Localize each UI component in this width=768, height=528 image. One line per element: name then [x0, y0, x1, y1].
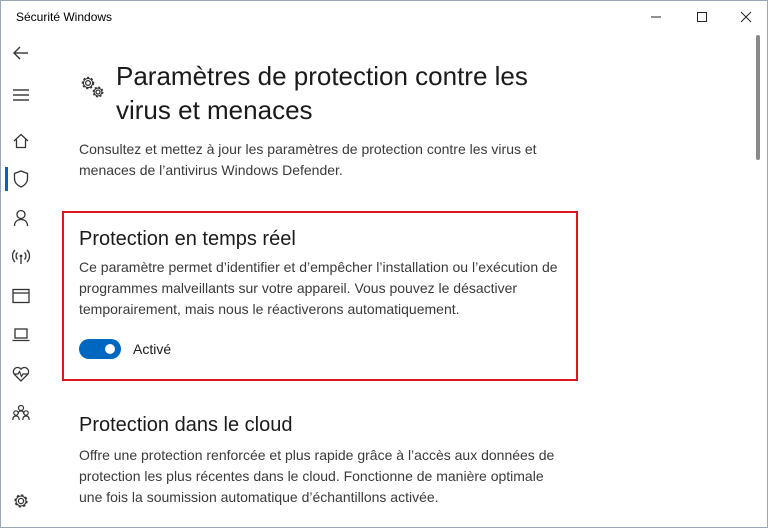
laptop-icon: [12, 328, 30, 342]
nav-device-health[interactable]: [1, 356, 41, 392]
family-icon: [12, 404, 30, 421]
person-icon: [13, 209, 29, 227]
nav-family-options[interactable]: [1, 395, 41, 431]
main-content: Paramètres de protection contre les viru…: [41, 33, 751, 527]
home-icon: [13, 133, 29, 149]
nav-home[interactable]: [1, 123, 41, 159]
minimize-icon: [651, 16, 661, 18]
shield-icon: [13, 170, 29, 188]
navigation-rail: [1, 33, 41, 527]
scrollbar-thumb[interactable]: [756, 35, 760, 160]
cloud-protection-title: Protection dans le cloud: [79, 414, 293, 436]
minimize-button[interactable]: [633, 1, 679, 33]
wireless-icon: [12, 249, 30, 264]
app-browser-icon: [12, 288, 30, 304]
nav-firewall[interactable]: [1, 239, 41, 275]
toggle-knob: [105, 344, 115, 354]
realtime-protection-description: Ce paramètre permet d’identifier et d’em…: [79, 259, 558, 317]
vertical-scrollbar[interactable]: [754, 33, 762, 527]
maximize-button[interactable]: [679, 1, 725, 33]
window-title: Sécurité Windows: [16, 10, 113, 24]
nav-device-security[interactable]: [1, 317, 41, 353]
nav-account-protection[interactable]: [1, 200, 41, 236]
nav-settings[interactable]: [1, 483, 41, 519]
cloud-protection-description: Offre une protection renforcée et plus r…: [79, 447, 555, 505]
menu-button[interactable]: [1, 77, 41, 113]
title-bar: Sécurité Windows: [1, 1, 767, 33]
realtime-protection-toggle-row: Activé: [79, 338, 171, 360]
realtime-protection-title: Protection en temps réel: [79, 228, 296, 250]
settings-gear-icon: [14, 494, 28, 508]
nav-app-browser[interactable]: [1, 278, 41, 314]
nav-virus-protection[interactable]: [1, 161, 41, 197]
app-window: Sécurité Windows Paramètres de protectio…: [0, 0, 768, 528]
maximize-icon: [697, 12, 707, 22]
heart-pulse-icon: [12, 366, 30, 382]
gears-icon: [81, 76, 104, 98]
toggle-state-label: Activé: [133, 341, 172, 357]
page-title: Paramètres de protection contre les viru…: [116, 61, 528, 125]
hamburger-menu-icon: [13, 89, 29, 101]
realtime-protection-toggle[interactable]: [79, 339, 121, 359]
page-description: Consultez et mettez à jour les paramètre…: [79, 141, 537, 178]
close-icon: [740, 11, 752, 23]
close-button[interactable]: [723, 1, 767, 33]
back-arrow-icon: [13, 46, 28, 60]
back-button[interactable]: [1, 35, 41, 71]
